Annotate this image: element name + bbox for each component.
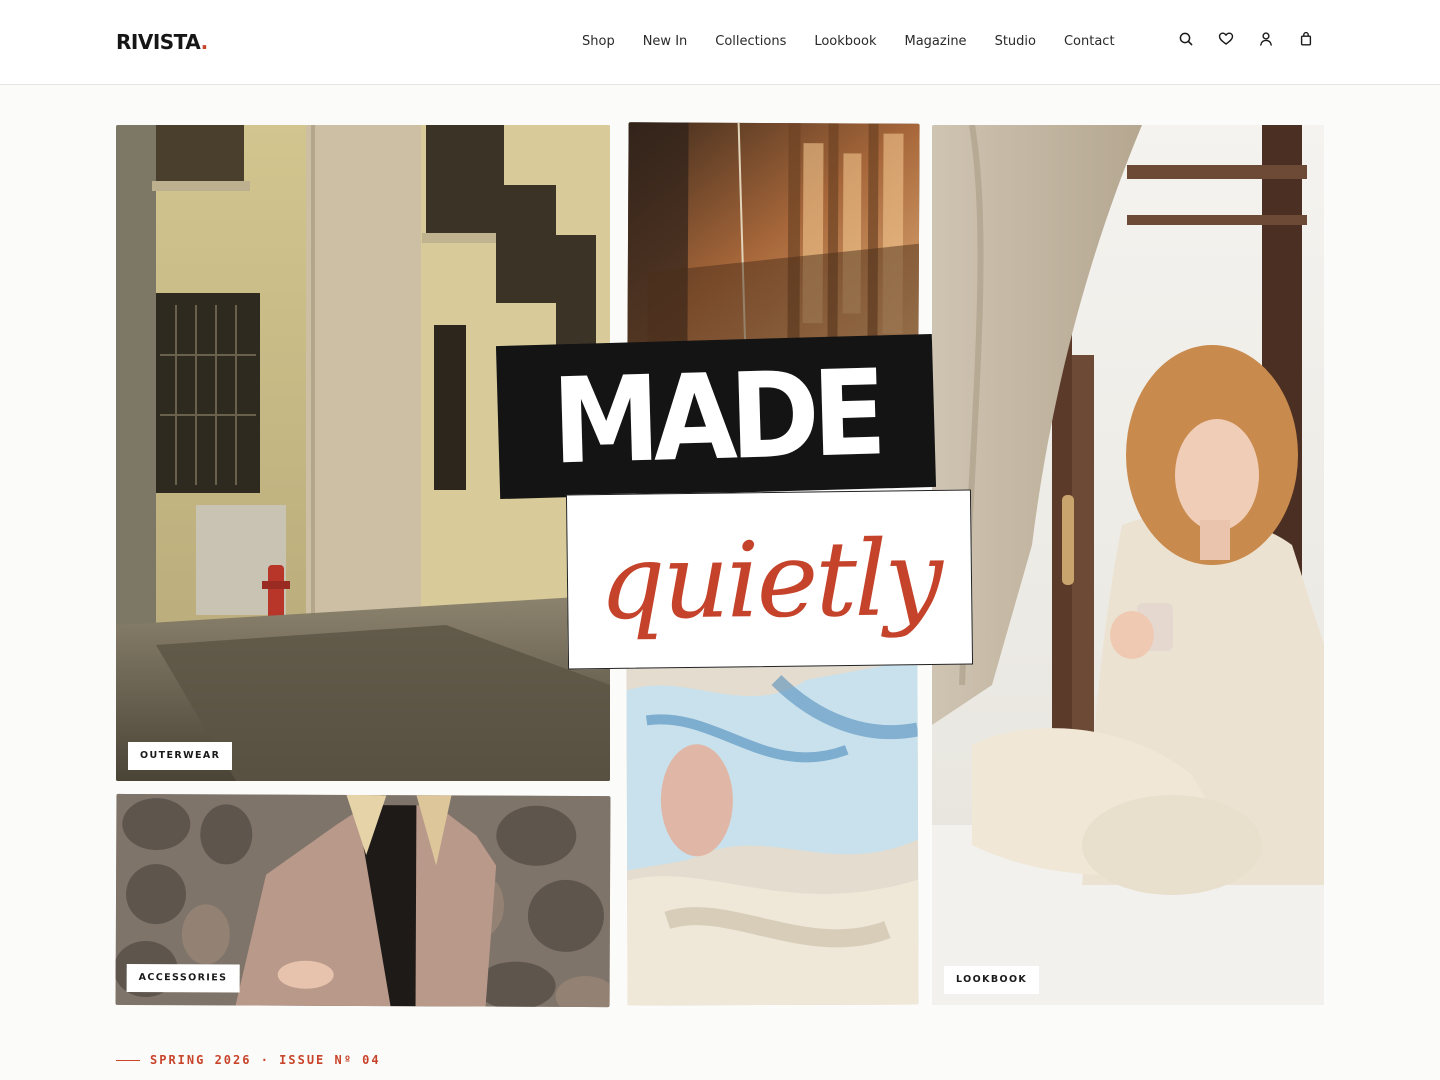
header-actions	[1178, 30, 1314, 48]
main-nav: Shop New In Collections Lookbook Magazin…	[582, 34, 1115, 49]
lookbook-label[interactable]: LOOKBOOK	[944, 966, 1040, 994]
interior-image-tile	[627, 122, 920, 354]
headline-made-block: MADE	[495, 333, 937, 500]
heart-icon[interactable]	[1218, 30, 1234, 48]
brand-name: RIVISTA	[116, 30, 201, 54]
headline-quietly: quietly	[598, 516, 941, 643]
interior-photo	[627, 122, 920, 354]
bag-icon[interactable]	[1298, 30, 1314, 48]
brand-logo[interactable]: RIVISTA.	[116, 30, 208, 54]
nav-studio[interactable]: Studio	[995, 34, 1036, 49]
nav-magazine[interactable]: Magazine	[904, 34, 966, 49]
fabric-photo	[626, 659, 919, 1006]
lookbook-image-tile[interactable]: LOOKBOOK	[932, 125, 1324, 1005]
issue-line: SPRING 2026 · ISSUE Nº 04	[116, 1053, 381, 1067]
issue-text: SPRING 2026 · ISSUE Nº 04	[150, 1053, 381, 1067]
woman-photo	[932, 125, 1324, 1005]
site-header: RIVISTA. Shop New In Collections Lookboo…	[0, 0, 1440, 85]
outerwear-label[interactable]: OUTERWEAR	[128, 742, 233, 770]
accessories-image-tile[interactable]: ACCESSORIES	[115, 793, 611, 1008]
headline-made: MADE	[550, 342, 882, 491]
accessories-label[interactable]: ACCESSORIES	[126, 963, 240, 993]
nav-lookbook[interactable]: Lookbook	[814, 34, 876, 49]
nav-collections[interactable]: Collections	[715, 34, 786, 49]
user-icon[interactable]	[1258, 30, 1274, 48]
brand-dot: .	[200, 30, 209, 54]
fabric-image-tile	[626, 659, 919, 1006]
nav-shop[interactable]: Shop	[582, 34, 615, 49]
nav-contact[interactable]: Contact	[1064, 34, 1115, 49]
nav-new-in[interactable]: New In	[643, 34, 688, 49]
search-icon[interactable]	[1178, 30, 1194, 48]
issue-rule	[116, 1059, 140, 1061]
headline-quietly-block: quietly	[565, 489, 974, 670]
